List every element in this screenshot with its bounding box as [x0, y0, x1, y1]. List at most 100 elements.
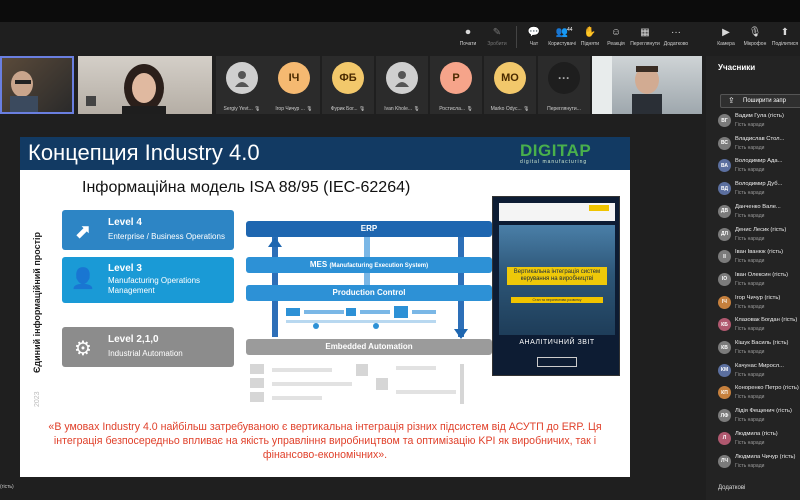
participant-row[interactable]: ВА Володимир Ада... Гість наради: [706, 156, 800, 177]
participant-row[interactable]: ДЛ Денис Лесик (гість) Гість наради: [706, 225, 800, 246]
logo-text: DIGITAP: [520, 141, 592, 160]
camera-button[interactable]: ▶ Камера: [712, 24, 740, 48]
ai-icon: ✎: [492, 26, 502, 38]
mes-bar: MES (Manufacturing Execution System): [246, 257, 492, 273]
process-diagram: [286, 306, 436, 329]
embedded-automation-bar: Embedded Automation: [246, 339, 492, 355]
bottom-label: (гість): [0, 484, 14, 490]
participant-name: Людмила (гість): [735, 430, 778, 437]
participant-row[interactable]: ВГ Вадим Гула (гість) Гість наради: [706, 111, 800, 132]
more-button[interactable]: ··· Додатково: [661, 24, 691, 48]
participant-row[interactable]: ІЧ Ігор Чичур (гість) Гість наради: [706, 293, 800, 314]
video-tile-presenter[interactable]: [592, 56, 702, 114]
participant-row[interactable]: ІІ Іван Іванюк (гість) Гість наради: [706, 247, 800, 268]
avatar: ДВ: [718, 204, 731, 218]
participant-name: Фурик Бог... 🎙: [330, 106, 366, 112]
mic-icon: 🎙: [523, 106, 530, 112]
share-button[interactable]: ⬆ Поділитися: [770, 24, 800, 48]
participant-tile-1[interactable]: Sergiy Yevt... 🎙: [216, 56, 268, 114]
participant-row[interactable]: ЛЧ Людмила Чичур (гість) Гість наради: [706, 452, 800, 473]
participant-name: Ростисла... 🎙: [439, 106, 473, 112]
view-label: Переглянути: [630, 41, 660, 47]
device-diagram: [250, 364, 464, 404]
chat-button[interactable]: 💬 Чат: [521, 24, 547, 48]
avatar: [386, 62, 418, 94]
participant-name: Людмила Чичур (гість): [735, 453, 796, 460]
video-tile-speaker[interactable]: [0, 56, 74, 114]
participant-row[interactable]: КП Коноренко Петро (гість) Гість наради: [706, 383, 800, 404]
video-tile-woman[interactable]: [78, 56, 212, 114]
participant-row[interactable]: ІО Іван Олексин (гість) Гість наради: [706, 270, 800, 291]
participant-name: Ігор Чичур (гість): [735, 294, 781, 301]
participant-row[interactable]: ЛФ Лідія Фещенич (гість) Гість наради: [706, 406, 800, 427]
person-icon: [235, 71, 249, 87]
meeting-toolbar: ⏺ Почати ✎ Зробити 💬 Чат 👥 44 Користувач…: [454, 24, 691, 52]
share-icon: ⇪: [728, 96, 735, 105]
slide-quote: «В умовах Industry 4.0 найбільш затребув…: [48, 421, 602, 461]
more-icon: ···: [548, 62, 580, 94]
participant-name: Ігор Чичур ... 🎙: [275, 106, 313, 112]
participant-name: Данченко Вале...: [735, 203, 781, 210]
participant-role: Гість наради: [735, 303, 765, 310]
slide-year: 2023: [34, 391, 41, 407]
slide-title: Концепция Industry 4.0: [28, 140, 260, 165]
share-label: Поділитися: [771, 41, 799, 47]
cover-footer: [537, 357, 577, 367]
participant-role: Гість наради: [735, 439, 765, 446]
mic-icon: 🎙: [358, 106, 366, 112]
participant-row[interactable]: КВ Кішук Василь (гість) Гість наради: [706, 338, 800, 359]
person-video: [86, 64, 166, 114]
panel-footer: Додаткові: [718, 485, 746, 491]
participant-tile-2[interactable]: ІЧ Ігор Чичур ... 🎙: [268, 56, 320, 114]
participant-role: Гість наради: [735, 394, 765, 401]
participant-role: Гість наради: [735, 371, 765, 378]
view-icon: ▦: [640, 26, 650, 38]
cover-report-label: АНАЛІТИЧНИЙ ЗВІТ: [519, 339, 595, 346]
person-icon: [395, 71, 409, 87]
cover-title: Вертикальна інтеграція систем керування …: [507, 267, 607, 285]
mic-icon: 🎙: [413, 106, 420, 112]
level-desc: Manufacturing Operations Management: [108, 276, 201, 295]
avatar: ЛЧ: [718, 454, 731, 468]
participant-name: Іван Іванюк (гість): [735, 249, 784, 256]
ai-button[interactable]: ✎ Зробити: [482, 24, 512, 48]
participant-role: Гість наради: [735, 326, 765, 333]
reaction-button[interactable]: ☺ Реакція: [603, 24, 629, 48]
view-more-tile[interactable]: ··· Переглянути...: [538, 56, 590, 114]
start-button[interactable]: ⏺ Почати: [454, 24, 482, 48]
avatar: ВГ: [718, 114, 731, 127]
participant-row[interactable]: Л Людмила (гість) Гість наради: [706, 429, 800, 450]
microphone-label: Мікрофон: [743, 41, 767, 47]
participant-tile-5[interactable]: Р Ростисла... 🎙: [430, 56, 482, 114]
participant-tile-3[interactable]: ФБ Фурик Бог... 🎙: [322, 56, 374, 114]
participant-row[interactable]: ВС Владислав Стол... Гість наради: [706, 134, 800, 155]
view-button[interactable]: ▦ Переглянути: [629, 24, 661, 48]
level-4-box: ⬈ Level 4 Enterprise / Business Operatio…: [62, 210, 234, 250]
device-toolbar: ▶ Камера 🎙 Мікрофон ⬆ Поділитися: [712, 24, 800, 52]
level-title: Level 2,1,0: [108, 334, 159, 345]
participant-row[interactable]: ВД Володимир Дуб... Гість наради: [706, 179, 800, 200]
participant-name: Вадим Гула (гість): [735, 113, 784, 119]
participant-role: Гість наради: [735, 258, 765, 265]
shared-screen: Концепция Industry 4.0 DIGITAP digital m…: [20, 137, 630, 477]
chat-label: Чат: [529, 41, 539, 47]
participant-row[interactable]: КБ Клазовак Богдан (гість) Гість наради: [706, 315, 800, 336]
people-button[interactable]: 👥 44 Користувачі: [547, 24, 577, 48]
participant-tile-6[interactable]: МО Marko Odyc... 🎙: [484, 56, 536, 114]
avatar: ДЛ: [718, 227, 731, 241]
person-video: [10, 71, 38, 112]
participant-name: Кішук Василь (гість): [735, 340, 789, 346]
slide-subtitle: Інформаційна модель ISA 88/95 (IEC-62264…: [82, 179, 411, 196]
participant-row[interactable]: КМ Качунас Миросл... Гість наради: [706, 361, 800, 382]
raise-hand-button[interactable]: ✋ Підняти: [577, 24, 603, 48]
microphone-button[interactable]: 🎙 Мікрофон: [740, 24, 770, 48]
chat-icon: 💬: [527, 26, 541, 38]
participant-role: Гість наради: [735, 235, 765, 242]
production-control-bar: Production Control: [246, 285, 492, 301]
mic-icon: 🎙: [466, 106, 473, 112]
participant-row[interactable]: ДВ Данченко Вале... Гість наради: [706, 202, 800, 223]
share-invite-button[interactable]: ⇪ Поширити запр: [720, 94, 800, 108]
participant-role: Гість наради: [735, 280, 765, 287]
participant-tile-4[interactable]: Ivan Khole... 🎙: [376, 56, 428, 114]
avatar: ІЧ: [278, 62, 310, 94]
